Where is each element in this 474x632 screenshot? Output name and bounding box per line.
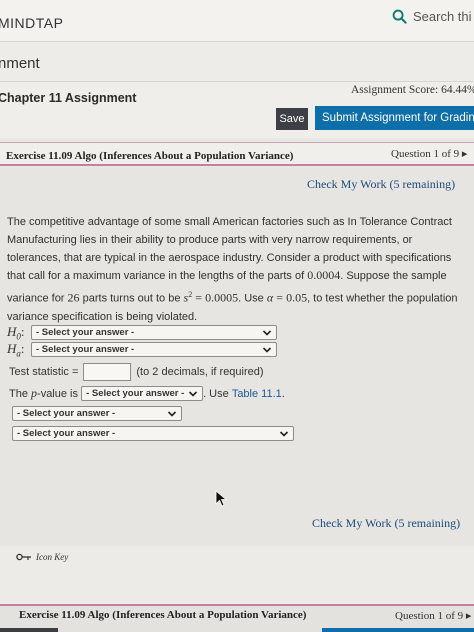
problem-text: The competitive advantage of some small …	[7, 216, 458, 323]
test-statistic-input[interactable]	[83, 363, 132, 381]
search-box[interactable]: Search thi	[392, 6, 474, 26]
assignment-bar: Chapter 11 Assignment Assignment Score: …	[0, 82, 474, 138]
chevron-down-icon	[262, 330, 272, 336]
ha-select[interactable]: - Select your answer -	[31, 342, 277, 358]
chevron-down-icon	[167, 411, 177, 417]
question-counter[interactable]: Question 1 of 9 ▸	[391, 147, 467, 160]
p-value-row: The p -value is - Select your answer - . …	[9, 386, 285, 401]
mouse-cursor-icon	[215, 490, 227, 507]
h0-row: H0: - Select your answer -	[7, 324, 277, 342]
table-link[interactable]: Table 11.1	[232, 388, 282, 400]
submit-assignment-button[interactable]: Submit Assignment for Grading	[315, 106, 474, 130]
conclusion-row-2: - Select your answer -	[12, 426, 294, 441]
question-content: Check My Work (5 remaining) The competit…	[0, 168, 474, 546]
footer-question-counter[interactable]: Question 1 of 9 ▸	[395, 609, 471, 622]
search-placeholder: Search thi	[413, 8, 472, 24]
footer-bar-blue	[322, 628, 474, 632]
test-statistic-row: Test statistic = (to 2 decimals, if requ…	[9, 363, 264, 381]
assignment-title: Chapter 11 Assignment	[0, 91, 137, 105]
key-icon	[16, 553, 31, 561]
exercise-title: Exercise 11.09 Algo (Inferences About a …	[6, 150, 294, 162]
ha-row: Ha: - Select your answer -	[7, 341, 277, 359]
chevron-down-icon	[279, 431, 289, 437]
check-my-work-link-bottom[interactable]: Check My Work (5 remaining)	[312, 516, 460, 531]
save-button[interactable]: Save	[276, 108, 308, 130]
conclusion-row-1: - Select your answer -	[12, 406, 182, 421]
search-icon	[392, 9, 407, 24]
icon-key[interactable]: Icon Key	[16, 552, 68, 562]
p-value-select[interactable]: - Select your answer -	[81, 386, 204, 401]
test-statistic-hint: (to 2 decimals, if required)	[136, 366, 264, 378]
exercise-header: Exercise 11.09 Algo (Inferences About a …	[0, 142, 474, 166]
conclusion-select-1[interactable]: - Select your answer -	[12, 406, 182, 421]
module-band: nment	[0, 42, 474, 82]
top-bar: MINDTAP Search thi	[0, 0, 474, 42]
brand-logo: MINDTAP	[0, 15, 64, 31]
ha-label: Ha:	[7, 341, 25, 359]
assignment-score: Assignment Score: 64.44%	[351, 84, 474, 96]
footer-bar-dark	[0, 628, 58, 632]
chevron-down-icon	[188, 391, 198, 397]
icon-key-section: Icon Key	[0, 546, 474, 606]
footer-exercise-title: Exercise 11.09 Algo (Inferences About a …	[19, 609, 307, 621]
h0-label: H0:	[7, 324, 25, 342]
next-exercise-footer[interactable]: Exercise 11.09 Algo (Inferences About a …	[0, 604, 474, 632]
conclusion-select-2[interactable]: - Select your answer -	[12, 426, 294, 441]
check-my-work-link-top[interactable]: Check My Work (5 remaining)	[307, 177, 455, 192]
module-title: nment	[0, 55, 40, 72]
chevron-down-icon	[262, 347, 272, 353]
h0-select[interactable]: - Select your answer -	[31, 325, 277, 341]
test-statistic-label: Test statistic =	[9, 366, 79, 378]
